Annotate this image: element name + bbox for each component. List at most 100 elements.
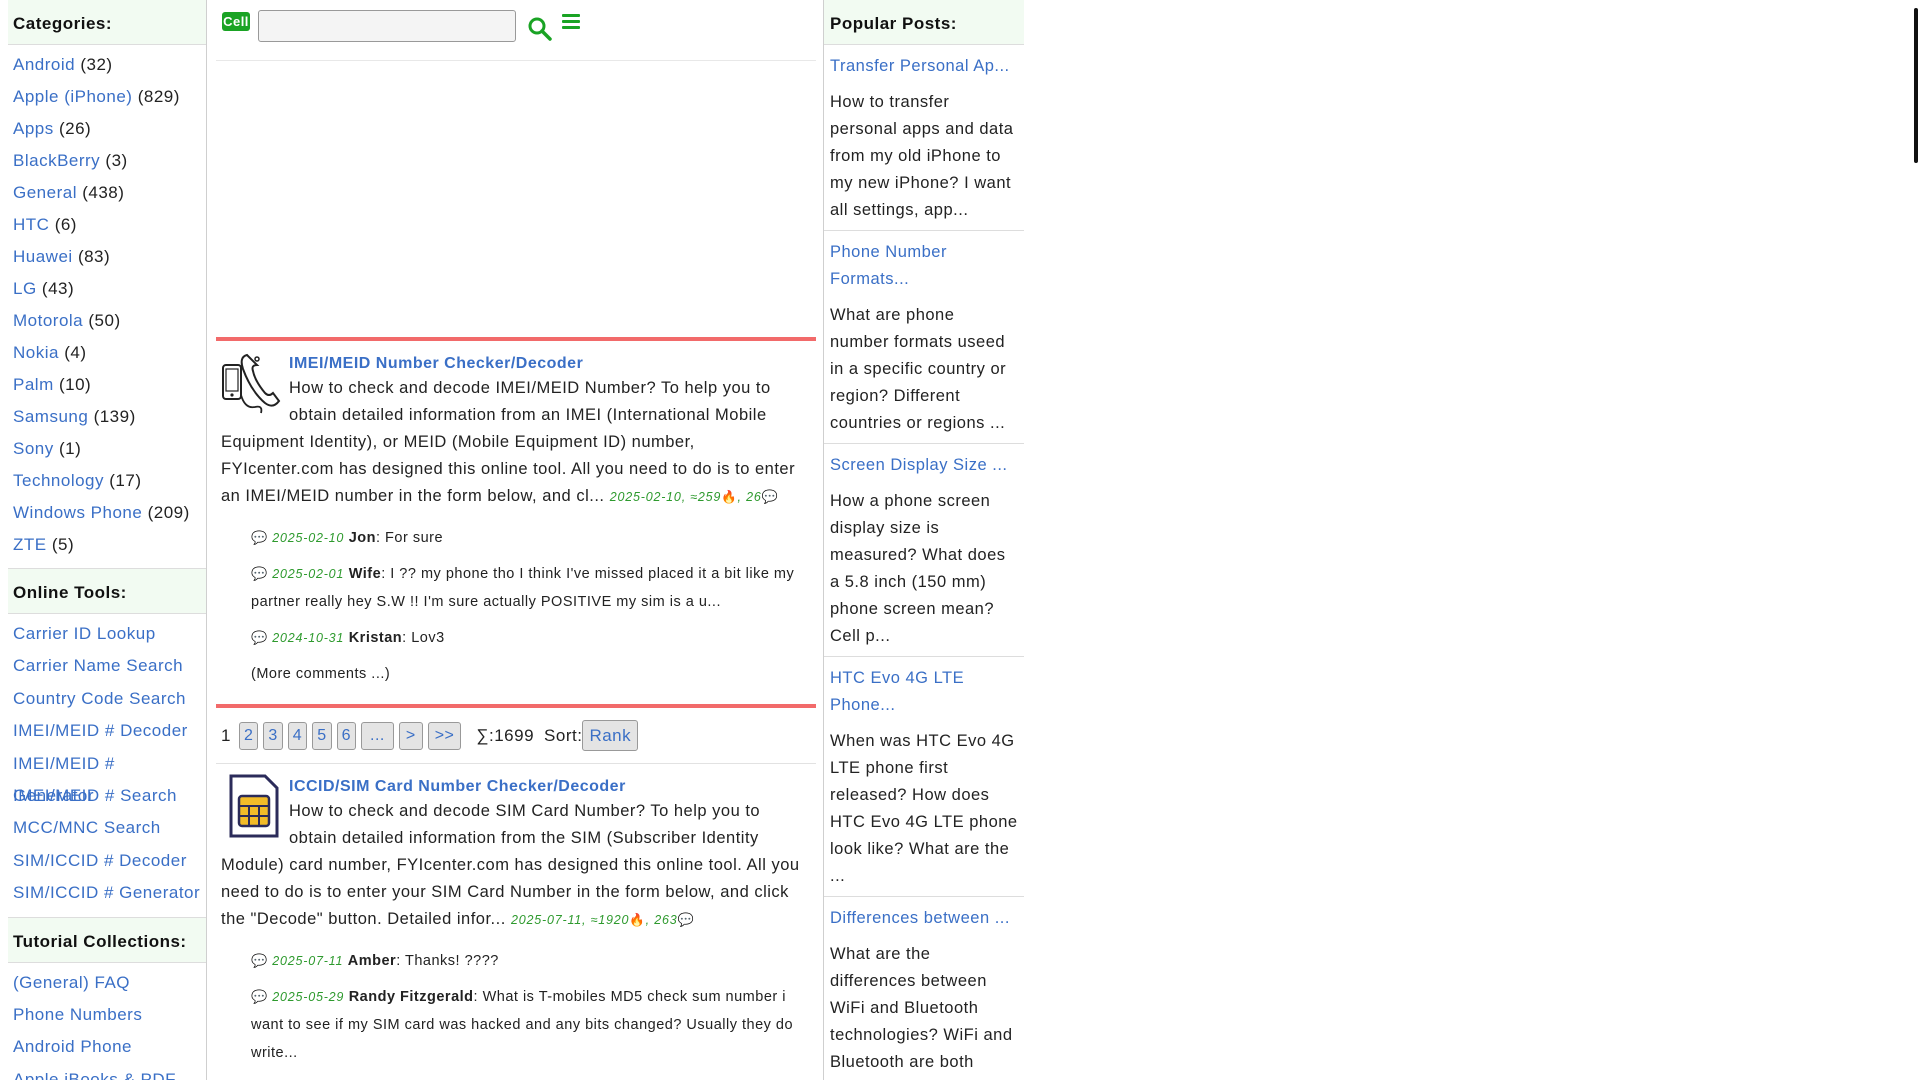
article-comment-count: 26 [746, 490, 762, 504]
category-link[interactable]: Sony [13, 439, 54, 458]
category-count: (5) [51, 535, 75, 554]
category-item: Sony (1) [8, 433, 206, 465]
comment-author: Randy Fitzgerald [348, 989, 474, 1005]
tutorial-link[interactable]: Android Phone [13, 1037, 132, 1056]
page-button[interactable]: 3 [263, 721, 283, 750]
category-count: (43) [41, 279, 75, 298]
category-link[interactable]: Huawei [13, 247, 73, 266]
category-count: (829) [137, 87, 180, 106]
popular-posts-heading: Popular Posts: [824, 0, 1024, 45]
popular-post-title[interactable]: HTC Evo 4G LTE Phone... [830, 665, 1018, 719]
comment-bubble-icon: 💬 [251, 953, 268, 968]
comment-bubble-icon: 💬 [251, 530, 268, 545]
category-item: Nokia (4) [8, 337, 206, 369]
category-count: (209) [147, 503, 190, 522]
popular-post-description: What are the differences between WiFi an… [830, 945, 1013, 1071]
category-link[interactable]: Motorola [13, 311, 83, 330]
tutorial-item: Phone Numbers [8, 999, 206, 1031]
site-logo[interactable]: Cell [222, 12, 250, 31]
comment-author: Kristan [348, 630, 403, 646]
category-count: (32) [80, 55, 113, 74]
category-link[interactable]: Palm [13, 375, 54, 394]
category-link[interactable]: General [13, 183, 77, 202]
comment-text: : Lov3 [402, 630, 445, 646]
category-count: (139) [93, 407, 136, 426]
search-icon[interactable] [527, 16, 553, 42]
article-views: ≈259 [690, 490, 722, 504]
menu-icon[interactable] [562, 14, 580, 30]
comment-author: Amber [347, 953, 397, 969]
article-title[interactable]: IMEI/MEID Number Checker/Decoder [221, 351, 811, 375]
popular-post-title[interactable]: Transfer Personal Ap... [830, 53, 1018, 80]
sort-rank-button[interactable]: Rank [582, 720, 639, 751]
category-link[interactable]: LG [13, 279, 37, 298]
category-count: (438) [82, 183, 125, 202]
popular-post-description: How a phone screen display size is measu… [830, 492, 1006, 645]
category-link[interactable]: Nokia [13, 343, 59, 362]
fire-icon: 🔥 [721, 490, 738, 504]
tutorial-link[interactable]: (General) FAQ [13, 973, 130, 992]
category-link[interactable]: Windows Phone [13, 503, 142, 522]
tutorial-item: Android Phone [8, 1031, 206, 1063]
comment-date: 2024-10-31 [272, 631, 345, 645]
scrollbar-thumb[interactable] [1914, 8, 1918, 163]
tool-link[interactable]: Country Code Search [13, 689, 186, 708]
category-link[interactable]: HTC [13, 215, 49, 234]
comment-text: : Thanks! ???? [396, 953, 499, 969]
article-description: How to check and decode IMEI/MEID Number… [221, 379, 796, 505]
category-link[interactable]: Apple (iPhone) [13, 87, 132, 106]
category-item: Windows Phone (209) [8, 497, 206, 529]
comment-date: 2025-02-10 [272, 531, 345, 545]
tutorials-list: (General) FAQ Phone Numbers Android Phon… [8, 963, 206, 1080]
total-count: ∑:1699 [476, 725, 535, 745]
tool-link[interactable]: IMEI/MEID # Decoder [13, 721, 188, 740]
comment-author: Jon [348, 530, 376, 546]
ellipsis-button[interactable]: ... [361, 721, 394, 750]
tool-link[interactable]: SIM/ICCID # Generator [13, 883, 200, 902]
category-link[interactable]: Technology [13, 471, 104, 490]
category-count: (3) [105, 151, 128, 170]
more-comments-link[interactable]: (More comments ...) [251, 660, 811, 688]
comment-item: 💬 2025-05-29 Randy Fitzgerald: What is T… [251, 983, 811, 1067]
comment-list: 💬 2025-07-11 Amber: Thanks! ???? 💬 2025-… [221, 941, 811, 1067]
article-date: 2025-02-10 [609, 490, 682, 504]
category-link[interactable]: Apps [13, 119, 54, 138]
page-button[interactable]: 4 [287, 721, 308, 750]
popular-post-title[interactable]: Differences between ... [830, 905, 1018, 932]
search-input[interactable] [258, 10, 516, 42]
article-title[interactable]: ICCID/SIM Card Number Checker/Decoder [221, 774, 811, 798]
last-page-button[interactable]: >> [427, 721, 462, 750]
popular-post-title[interactable]: Screen Display Size ... [830, 452, 1018, 479]
page-scrollbar[interactable] [1912, 0, 1920, 1080]
category-link[interactable]: ZTE [13, 535, 47, 554]
next-page-button[interactable]: > [398, 721, 423, 750]
comment-date: 2025-02-01 [272, 567, 345, 581]
page-button[interactable]: 2 [238, 721, 259, 750]
page-button[interactable]: 5 [312, 721, 332, 750]
category-item: Huawei (83) [8, 241, 206, 273]
tutorial-link[interactable]: Phone Numbers [13, 1005, 142, 1024]
tutorial-item: Apple iBooks & PDF [8, 1064, 206, 1080]
top-bar: Cell [216, 0, 816, 61]
category-item: LG (43) [8, 273, 206, 305]
phone-handset-icon [221, 351, 283, 417]
tool-link[interactable]: SIM/ICCID # Decoder [13, 851, 187, 870]
category-link[interactable]: Samsung [13, 407, 88, 426]
category-link[interactable]: Android [13, 55, 75, 74]
tutorial-link[interactable]: Apple iBooks & PDF [13, 1070, 176, 1080]
tool-link[interactable]: MCC/MNC Search [13, 818, 161, 837]
tool-link[interactable]: Carrier Name Search [13, 656, 183, 675]
category-link[interactable]: BlackBerry [13, 151, 100, 170]
page-button[interactable]: 6 [336, 721, 356, 750]
popular-posts-sidebar: Popular Posts: Transfer Personal Ap... H… [823, 0, 1024, 1080]
tutorial-item: (General) FAQ [8, 967, 206, 999]
tool-item: SIM/ICCID # Generator [8, 877, 206, 909]
popular-post-title[interactable]: Phone Number Formats... [830, 239, 1018, 293]
category-item: Android (32) [8, 49, 206, 81]
tool-link[interactable]: IMEI/MEID # Search [13, 786, 177, 805]
tool-item: MCC/MNC Search [8, 812, 206, 844]
tool-link[interactable]: Carrier ID Lookup [13, 624, 156, 643]
comment-item: 💬 2025-02-01 Wife: I ?? my phone tho I t… [251, 560, 811, 616]
category-item: General (438) [8, 177, 206, 209]
tools-heading: Online Tools: [8, 568, 206, 614]
